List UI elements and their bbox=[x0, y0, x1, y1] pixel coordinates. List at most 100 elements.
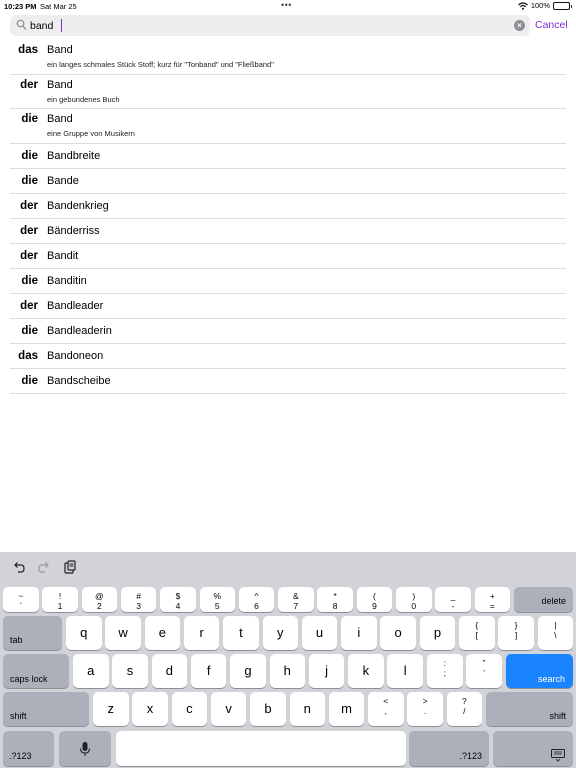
key-i[interactable]: i bbox=[341, 616, 377, 650]
key-number[interactable]: @2 bbox=[81, 587, 118, 612]
key-letter: j bbox=[325, 663, 328, 678]
tab-key[interactable]: tab bbox=[3, 616, 62, 650]
result-row[interactable]: das Bandoneon bbox=[10, 344, 566, 369]
shift-left-key[interactable]: shift bbox=[3, 692, 89, 726]
key-number[interactable]: (9 bbox=[356, 587, 393, 612]
result-definition: ein langes schmales Stück Stoff; kurz fü… bbox=[47, 60, 274, 69]
key-symbol: \ bbox=[554, 630, 557, 640]
result-row[interactable]: die Bandleaderin bbox=[10, 319, 566, 344]
key-symbol: . bbox=[423, 706, 427, 716]
key-symbol[interactable]: <, bbox=[368, 692, 404, 726]
result-row[interactable]: der Bandenkrieg bbox=[10, 194, 566, 219]
result-row[interactable]: die Bande bbox=[10, 169, 566, 194]
key-letter: r bbox=[199, 625, 204, 640]
key-d[interactable]: d bbox=[151, 654, 188, 688]
key-c[interactable]: c bbox=[171, 692, 208, 726]
multitasking-dots-icon[interactable]: ••• bbox=[281, 0, 292, 10]
result-row[interactable]: das Band ein langes schmales Stück Stoff; … bbox=[10, 40, 566, 75]
result-row[interactable]: der Bänderriss bbox=[10, 219, 566, 244]
key-number[interactable]: ^ 6 bbox=[238, 587, 275, 612]
key-b[interactable]: b bbox=[250, 692, 286, 726]
key-y[interactable]: y bbox=[262, 616, 298, 650]
key-symbol[interactable]: ”’ bbox=[466, 654, 502, 688]
key-number[interactable]: #3 bbox=[120, 587, 157, 612]
key-symbol[interactable]: :; bbox=[427, 654, 463, 688]
result-row[interactable]: die Bandbreite bbox=[10, 144, 566, 169]
key-number[interactable]: ~ ` bbox=[3, 587, 39, 612]
caps-lock-key[interactable]: caps lock bbox=[3, 654, 69, 688]
key-number[interactable]: ) 0 bbox=[396, 587, 432, 612]
result-article: das bbox=[18, 44, 38, 56]
key-symbol: 7 bbox=[293, 601, 299, 611]
result-row[interactable]: der Bandleader bbox=[10, 294, 566, 319]
key-symbol[interactable]: {[ bbox=[459, 616, 495, 650]
result-row[interactable]: der Band ein gebundenes Buch bbox=[10, 75, 566, 109]
key-j[interactable]: j bbox=[308, 654, 345, 688]
dismiss-keyboard-button[interactable] bbox=[493, 731, 573, 766]
key-symbol: , bbox=[384, 706, 387, 716]
shift-label: shift bbox=[10, 711, 27, 721]
clear-search-icon[interactable]: × bbox=[514, 20, 525, 31]
key-p[interactable]: p bbox=[419, 616, 456, 650]
key-g[interactable]: g bbox=[230, 654, 266, 688]
key-number[interactable]: $4 bbox=[160, 587, 196, 612]
numbers-key-left[interactable]: .?123 bbox=[3, 731, 54, 766]
key-letter: l bbox=[403, 663, 407, 678]
key-number[interactable]: ! 1 bbox=[42, 587, 78, 612]
key-u[interactable]: u bbox=[301, 616, 338, 650]
key-r[interactable]: r bbox=[183, 616, 220, 650]
numbers-label: .?123 bbox=[459, 751, 482, 761]
cancel-button[interactable]: Cancel bbox=[535, 19, 568, 31]
key-letter: v bbox=[225, 701, 232, 716]
key-symbol[interactable]: }] bbox=[498, 616, 534, 650]
key-o[interactable]: o bbox=[380, 616, 416, 650]
dictation-button[interactable] bbox=[59, 731, 111, 766]
shift-right-key[interactable]: shift bbox=[486, 692, 573, 726]
key-s[interactable]: s bbox=[112, 654, 148, 688]
key-number[interactable]: & 7 bbox=[278, 587, 314, 612]
key-z[interactable]: z bbox=[93, 692, 129, 726]
key-symbol: 5 bbox=[214, 601, 220, 611]
key-m[interactable]: m bbox=[328, 692, 365, 726]
result-row[interactable]: die Band eine Gruppe von Musikern bbox=[10, 109, 566, 144]
result-word: Bandscheibe bbox=[47, 374, 111, 387]
result-row[interactable]: die Bandscheibe bbox=[10, 369, 566, 394]
key-v[interactable]: v bbox=[210, 692, 247, 726]
undo-icon[interactable] bbox=[12, 560, 26, 574]
search-input[interactable] bbox=[30, 17, 510, 34]
key-number[interactable]: _ - bbox=[435, 587, 471, 612]
key-letter: t bbox=[239, 625, 243, 640]
key-number[interactable]: % 5 bbox=[199, 587, 235, 612]
key-letter: i bbox=[357, 625, 361, 640]
numbers-key-right[interactable]: .?123 bbox=[409, 731, 489, 766]
key-symbol: - bbox=[451, 601, 455, 611]
key-q[interactable]: q bbox=[66, 616, 102, 650]
key-symbol[interactable]: ? / bbox=[446, 692, 483, 726]
key-number[interactable]: + = bbox=[474, 587, 511, 612]
result-row[interactable]: der Bandit bbox=[10, 244, 566, 269]
key-symbol: = bbox=[489, 601, 495, 611]
result-row[interactable]: die Banditin bbox=[10, 269, 566, 294]
key-f[interactable]: f bbox=[190, 654, 227, 688]
key-e[interactable]: e bbox=[144, 616, 181, 650]
key-a[interactable]: a bbox=[73, 654, 109, 688]
clipboard-icon[interactable] bbox=[63, 560, 77, 574]
space-bar[interactable] bbox=[116, 731, 406, 766]
key-h[interactable]: h bbox=[269, 654, 305, 688]
key-x[interactable]: x bbox=[132, 692, 168, 726]
key-shift-symbol: } bbox=[514, 620, 518, 630]
key-n[interactable]: n bbox=[289, 692, 325, 726]
key-w[interactable]: w bbox=[105, 616, 141, 650]
key-number[interactable]: * 8 bbox=[317, 587, 353, 612]
key-t[interactable]: t bbox=[223, 616, 259, 650]
key-letter: p bbox=[433, 625, 442, 640]
key-l[interactable]: l bbox=[387, 654, 423, 688]
key-symbol[interactable]: | \ bbox=[537, 616, 574, 650]
delete-button[interactable]: delete bbox=[514, 587, 573, 612]
key-symbol[interactable]: >. bbox=[407, 692, 443, 726]
key-k[interactable]: k bbox=[348, 654, 384, 688]
redo-icon[interactable] bbox=[37, 560, 51, 574]
result-word: Banditin bbox=[47, 274, 87, 287]
search-button[interactable]: search bbox=[506, 654, 573, 688]
onscreen-keyboard: ~ `! 1 @2 #3 $4% 5 ^ 6 & 7 * 8(9) 0 _ - + = delete tab q w e r t… bbox=[0, 552, 576, 768]
